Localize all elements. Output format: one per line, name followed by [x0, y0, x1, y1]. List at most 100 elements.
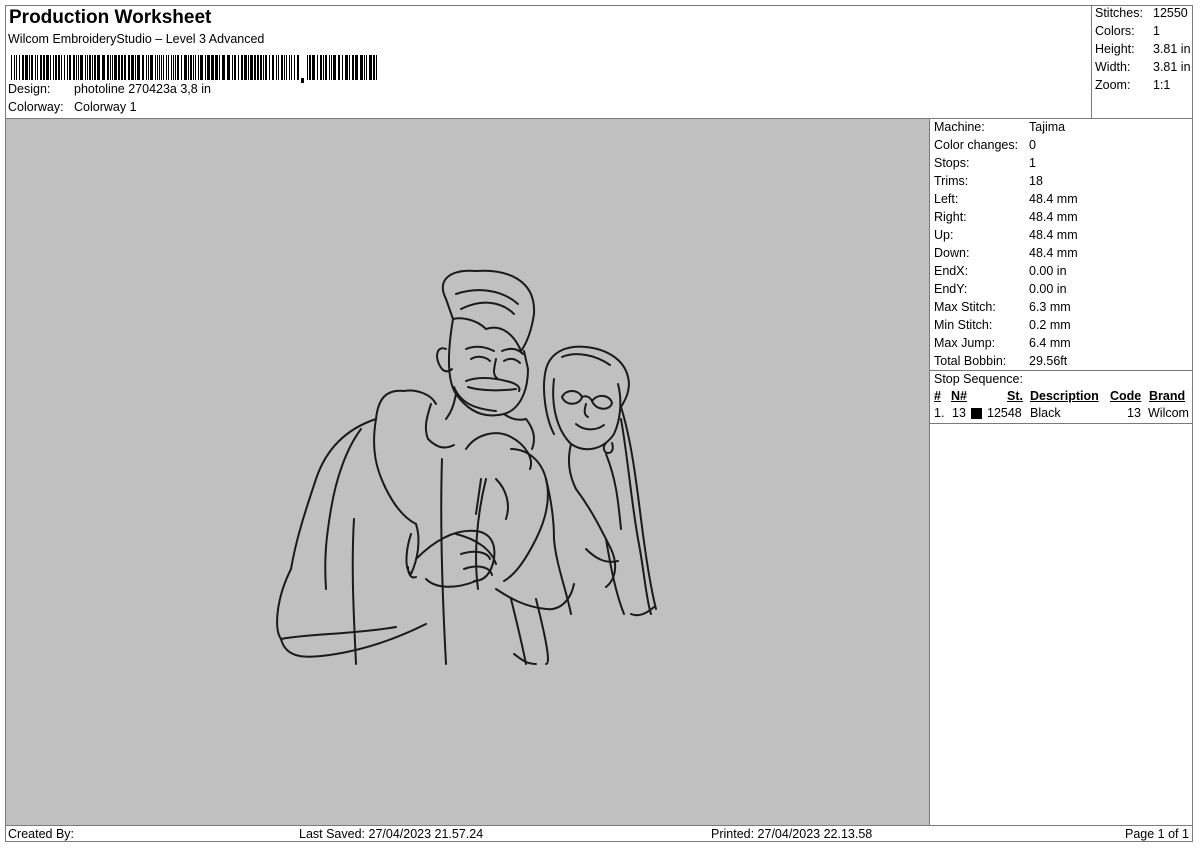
property-row: EndY: 0.00 in	[934, 282, 1067, 296]
property-label: Stops:	[934, 156, 970, 170]
barcode-bar	[317, 55, 318, 80]
property-label: Min Stitch:	[934, 318, 993, 332]
barcode-bar	[307, 55, 308, 80]
barcode-bar	[173, 55, 174, 80]
barcode-bar	[188, 55, 189, 80]
barcode-bar	[11, 55, 12, 80]
barcode-bar	[294, 55, 295, 80]
property-value: 6.4 mm	[1029, 336, 1071, 350]
barcode-bar	[190, 55, 192, 80]
barcode-bar	[29, 55, 30, 80]
barcode-bar	[78, 55, 79, 80]
barcode-bar	[260, 55, 262, 80]
barcode-bar	[14, 55, 15, 80]
barcode-bar	[312, 55, 315, 80]
barcode-bar	[128, 55, 130, 80]
property-label: Machine:	[934, 120, 985, 134]
barcode-bar	[114, 55, 117, 80]
barcode-bar	[333, 55, 336, 80]
barcode-bar	[168, 55, 169, 80]
last-saved: Last Saved: 27/04/2023 21.57.24	[299, 827, 484, 841]
row-brand: Wilcom	[1148, 406, 1189, 420]
property-label: Color changes:	[934, 138, 1019, 152]
barcode-bar	[150, 55, 153, 80]
barcode-bar	[265, 55, 267, 80]
property-value: 18	[1029, 174, 1043, 188]
panel-divider	[930, 370, 1193, 371]
barcode-bar	[87, 55, 88, 80]
barcode-bar	[46, 55, 49, 80]
barcode-bar	[198, 55, 199, 80]
property-row: Min Stitch: 0.2 mm	[934, 318, 1071, 332]
property-label: EndY:	[934, 282, 968, 296]
barcode-bar	[342, 55, 343, 80]
barcode-bar	[309, 55, 311, 80]
barcode-bar	[232, 55, 233, 80]
stop-sequence-title: Stop Sequence:	[934, 372, 1023, 386]
stat-height: Height: 3.81 in	[1095, 42, 1191, 56]
stat-zoom: Zoom: 1:1	[1095, 78, 1171, 92]
barcode-bar	[157, 55, 158, 80]
property-value: 48.4 mm	[1029, 228, 1078, 242]
property-value: 0.00 in	[1029, 264, 1067, 278]
barcode-bar	[284, 55, 285, 80]
colorway-label: Colorway:	[8, 100, 64, 114]
property-value: 1	[1029, 156, 1036, 170]
barcode-bar	[69, 55, 71, 80]
barcode-bar	[278, 55, 279, 80]
barcode-bar	[89, 55, 91, 80]
property-row: Left: 48.4 mm	[934, 192, 1078, 206]
barcode-bar	[166, 55, 167, 80]
barcode-bar	[171, 55, 172, 80]
barcode-bar	[161, 55, 162, 80]
barcode-bar	[234, 55, 236, 80]
barcode-bar	[121, 55, 123, 80]
property-value: 48.4 mm	[1029, 246, 1078, 260]
stat-stitches: Stitches: 12550	[1095, 6, 1188, 20]
barcode-bar	[118, 55, 120, 80]
property-value: 0	[1029, 138, 1036, 152]
table-divider	[930, 423, 1193, 424]
barcode-bar	[369, 55, 372, 80]
barcode-bar	[238, 55, 239, 80]
barcode-bar	[286, 55, 287, 80]
barcode-bar	[272, 55, 274, 80]
stop-sequence-header: # N# St. Description Code Brand	[930, 389, 1193, 405]
barcode-graphic	[11, 55, 377, 83]
property-row: Max Stitch: 6.3 mm	[934, 300, 1071, 314]
design-value: photoline 270423a 3,8 in	[74, 82, 211, 96]
page-title: Production Worksheet	[9, 7, 212, 28]
barcode-bar	[94, 55, 96, 80]
barcode-bar	[331, 55, 332, 80]
barcode-bar	[345, 55, 348, 80]
row-stitches: 12548	[987, 406, 1022, 420]
property-row: Right: 48.4 mm	[934, 210, 1078, 224]
barcode-bar	[55, 55, 57, 80]
embroidery-design-image	[276, 269, 657, 665]
barcode-bar	[80, 55, 83, 80]
row-code: 13	[1127, 406, 1141, 420]
barcode-bar	[181, 55, 182, 80]
property-row: Machine: Tajima	[934, 120, 1065, 134]
barcode-bar	[22, 55, 24, 80]
property-label: Up:	[934, 228, 954, 242]
page-number: Page 1 of 1	[1125, 827, 1189, 841]
barcode-bar	[269, 55, 270, 80]
barcode-bar	[73, 55, 75, 80]
property-label: Max Stitch:	[934, 300, 996, 314]
property-row: Total Bobbin: 29.56ft	[934, 354, 1067, 368]
property-label: Trims:	[934, 174, 969, 188]
col-code: Code	[1110, 389, 1142, 403]
row-description: Black	[1030, 406, 1061, 420]
property-value: 48.4 mm	[1029, 192, 1078, 206]
barcode-bar	[85, 55, 86, 80]
col-brand: Brand	[1149, 389, 1186, 403]
barcode-bar	[349, 55, 350, 80]
barcode-bar	[16, 55, 17, 80]
worksheet-header: Production Worksheet Wilcom EmbroiderySt…	[5, 5, 1091, 118]
property-row: Max Jump: 6.4 mm	[934, 336, 1071, 350]
barcode-bar	[195, 55, 196, 80]
barcode-bar	[323, 55, 324, 80]
barcode-bar	[254, 55, 256, 80]
barcode-bar	[58, 55, 60, 80]
